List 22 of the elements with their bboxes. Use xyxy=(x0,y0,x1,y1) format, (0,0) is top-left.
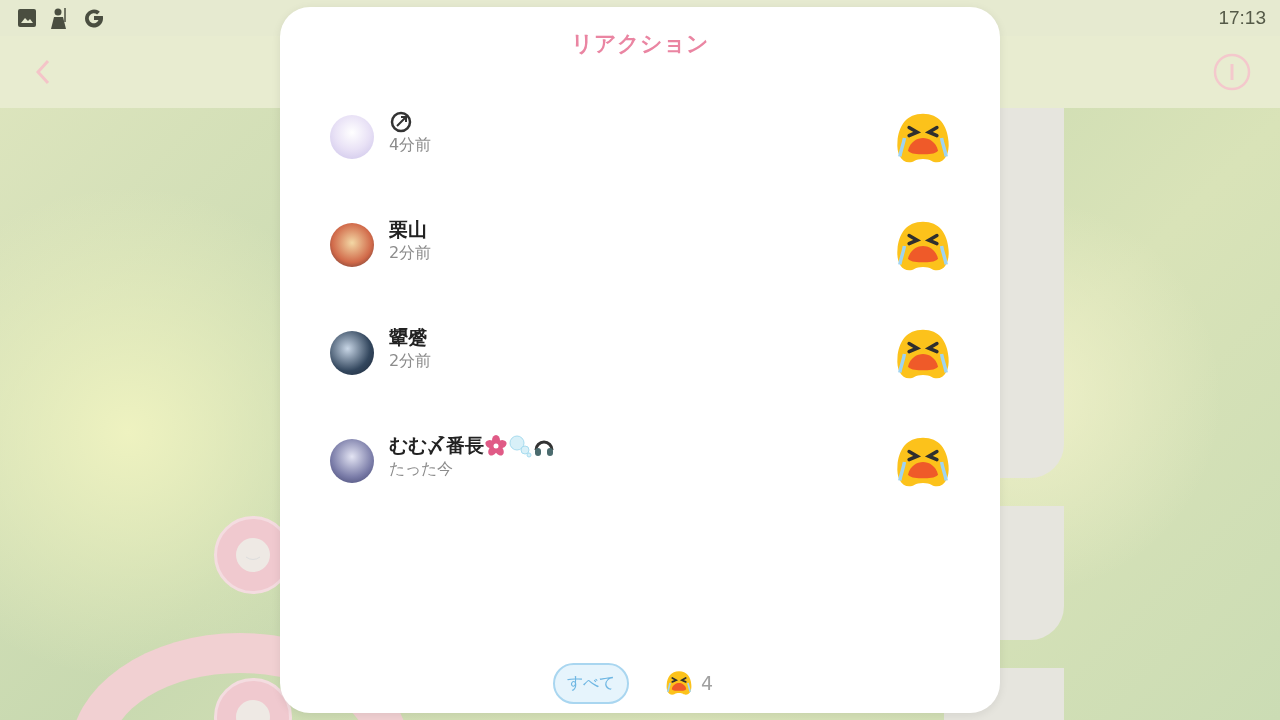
filter-tab[interactable]: 4 xyxy=(650,659,728,707)
flower-icon xyxy=(484,434,508,458)
avatar[interactable] xyxy=(330,223,374,267)
smiley-icon xyxy=(235,537,271,573)
dialog-title: リアクション xyxy=(571,30,709,58)
reaction-time: 2分前 xyxy=(389,243,433,263)
user-name: 栗山 xyxy=(389,217,427,242)
user-name: 顰蹙 xyxy=(389,325,427,350)
reaction-time: 4分前 xyxy=(389,135,433,155)
user-name: むむ〆番長 xyxy=(389,433,484,458)
avatar[interactable] xyxy=(330,331,374,375)
bubbles-icon xyxy=(508,434,532,458)
crying-face-icon xyxy=(664,669,693,697)
reaction-time: 2分前 xyxy=(389,351,433,371)
clock: 17:13 xyxy=(1218,7,1266,29)
reaction-time: たった今 xyxy=(389,459,454,479)
compass-icon xyxy=(389,110,413,134)
filter-tab[interactable]: すべて xyxy=(552,662,629,704)
avatar[interactable] xyxy=(330,439,374,483)
info-icon[interactable] xyxy=(1212,52,1252,92)
image-icon xyxy=(16,7,38,29)
back-icon[interactable] xyxy=(36,59,50,85)
